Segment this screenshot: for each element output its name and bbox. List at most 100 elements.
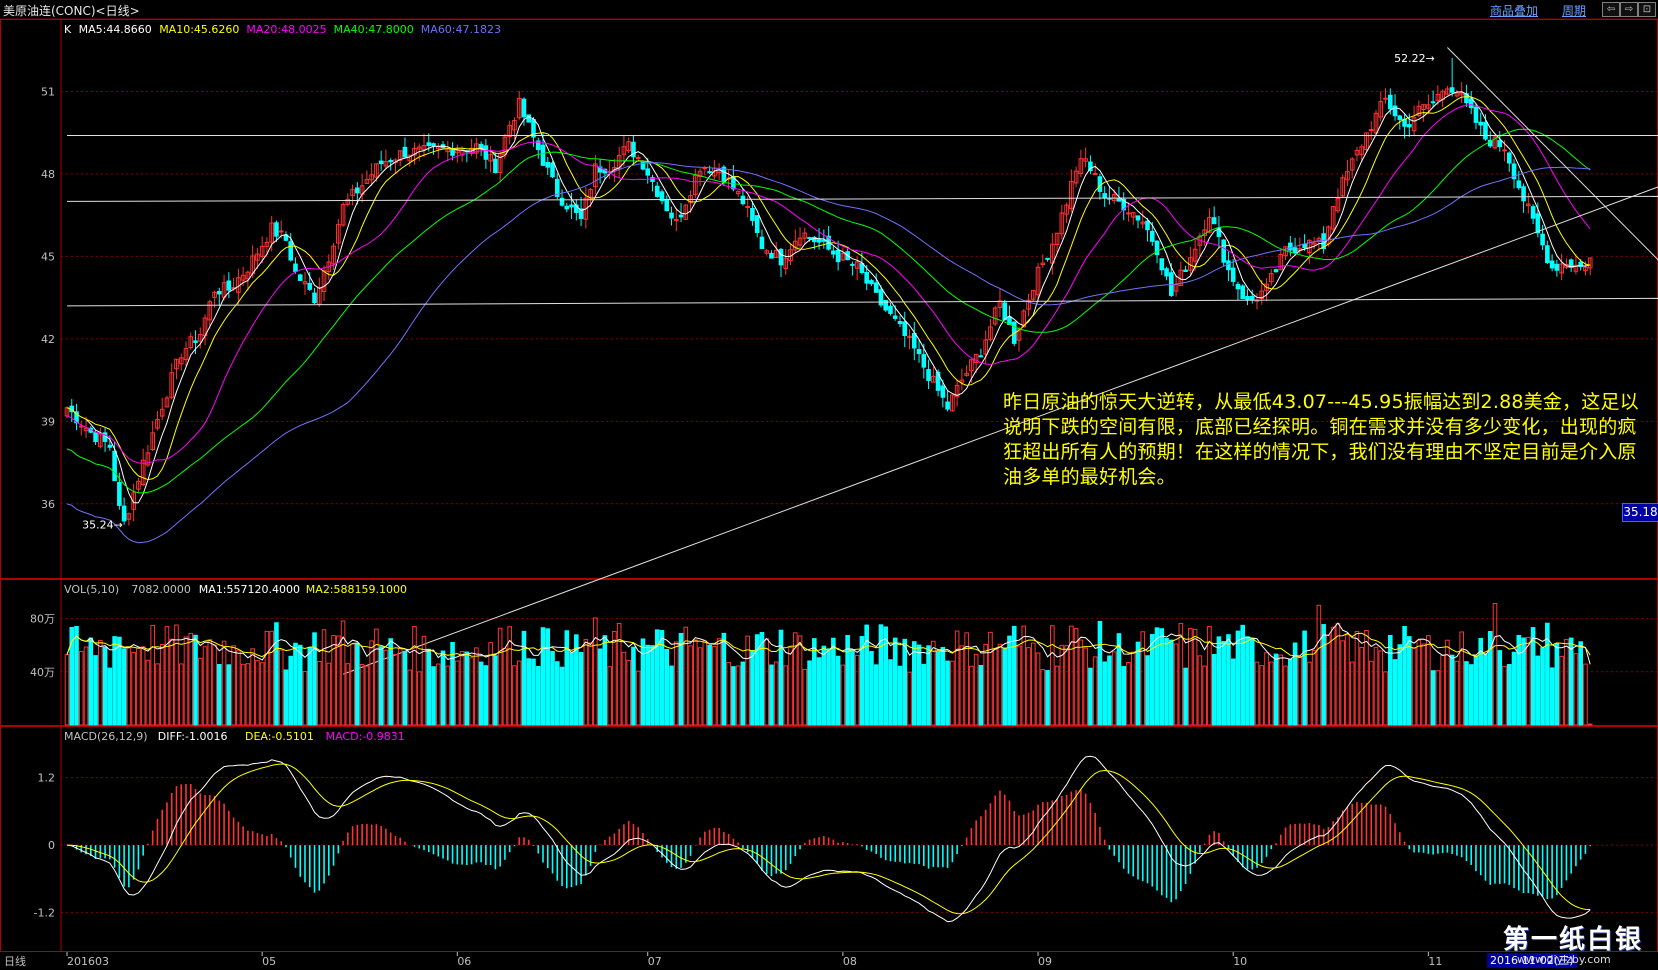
volume-bar <box>626 659 631 726</box>
volume-bar <box>1026 647 1031 726</box>
volume-bar <box>921 663 927 726</box>
candle <box>921 354 927 368</box>
volume-bar <box>835 655 841 726</box>
volume-bar <box>293 642 298 726</box>
candle <box>1516 180 1522 189</box>
volume-bar <box>1411 647 1417 726</box>
volume-bar <box>1111 651 1117 726</box>
volume-bar <box>474 647 479 726</box>
volume-bar <box>950 660 955 726</box>
volume-legend-item: VOL(5,10) <box>64 583 119 596</box>
candle <box>388 159 393 163</box>
volume-bar <box>673 641 679 726</box>
volume-bar <box>1583 663 1588 726</box>
volume-bar <box>107 667 113 726</box>
volume-bar <box>231 645 236 726</box>
volume-bar <box>197 657 203 726</box>
candle <box>831 250 836 255</box>
candle <box>1554 263 1560 271</box>
price-legend-item: MA40:47.8000 <box>334 23 414 36</box>
volume-bar <box>98 639 103 726</box>
volume-legend-item: MA2:588159.1000 <box>306 583 407 596</box>
candle <box>740 195 746 205</box>
volume-bar <box>240 663 246 726</box>
volume-bar <box>1164 637 1169 726</box>
volume-tick-label: 40万 <box>30 666 55 679</box>
volume-bar <box>297 644 303 726</box>
volume-bar <box>1035 652 1041 726</box>
volume-bar <box>1445 639 1450 726</box>
volume-bar <box>607 666 612 726</box>
candle <box>1540 233 1545 246</box>
volume-bar <box>1459 631 1464 726</box>
candle <box>1145 220 1150 231</box>
volume-bar <box>869 651 874 726</box>
volume-bar <box>802 668 808 726</box>
volume-bar <box>1069 625 1074 726</box>
volume-bar <box>778 629 784 726</box>
volume-bar <box>1573 653 1579 726</box>
candle <box>274 222 279 237</box>
volume-bar <box>188 632 194 726</box>
volume-bar <box>1092 656 1098 726</box>
candle <box>807 237 812 240</box>
volume-bar <box>1178 623 1184 726</box>
volume-bar <box>1378 650 1384 726</box>
candle <box>1045 257 1050 260</box>
candle <box>217 290 222 295</box>
candle <box>1449 87 1455 93</box>
candle <box>312 292 317 304</box>
volume-bar <box>131 651 136 726</box>
volume-bar <box>374 628 379 726</box>
watermark-logo: 第一纸白银 www.diyizby.com <box>1495 915 1657 970</box>
volume-bar <box>750 650 755 726</box>
volume-bar <box>435 663 441 726</box>
volume-bar <box>945 660 950 726</box>
volume-bar <box>797 635 803 726</box>
volume-bar <box>359 663 365 726</box>
candle <box>1545 245 1550 264</box>
volume-bar <box>1097 620 1103 726</box>
candle <box>859 262 865 274</box>
candle <box>902 321 908 336</box>
volume-bar <box>1454 660 1460 726</box>
candle <box>754 215 760 233</box>
volume-bar <box>1230 658 1236 726</box>
candle <box>1159 258 1165 271</box>
volume-bar <box>1340 640 1345 726</box>
price-tick-label: 39 <box>41 415 55 428</box>
volume-bar <box>74 625 79 726</box>
volume-bar <box>83 646 89 726</box>
volume-bar <box>459 651 465 726</box>
volume-bar <box>1235 630 1241 726</box>
candle <box>640 160 646 170</box>
volume-bar <box>1483 653 1488 726</box>
volume-bar <box>821 645 827 726</box>
price-tick-label: 36 <box>41 498 55 511</box>
candle <box>450 148 455 156</box>
volume-bar <box>788 646 793 726</box>
volume-bar <box>159 644 165 726</box>
volume-bar <box>902 638 908 726</box>
candle <box>521 98 527 118</box>
candle <box>1226 260 1231 271</box>
volume-bar <box>983 644 988 726</box>
candle <box>1097 176 1103 192</box>
volume-bar <box>1345 634 1350 726</box>
candle <box>1149 230 1155 242</box>
volume-bar <box>816 657 822 726</box>
volume-bar <box>155 663 160 726</box>
volume-bar <box>412 626 417 726</box>
candle <box>892 315 898 319</box>
volume-bar <box>1078 639 1084 726</box>
volume-bar <box>502 647 508 726</box>
volume-bar <box>440 650 446 726</box>
volume-bar <box>1407 636 1412 726</box>
candle <box>1549 260 1555 269</box>
volume-bar <box>531 658 536 726</box>
volume-bar <box>426 648 432 726</box>
candle <box>664 198 670 212</box>
candle <box>669 212 674 219</box>
candle <box>307 282 313 290</box>
volume-bar <box>1464 661 1469 726</box>
